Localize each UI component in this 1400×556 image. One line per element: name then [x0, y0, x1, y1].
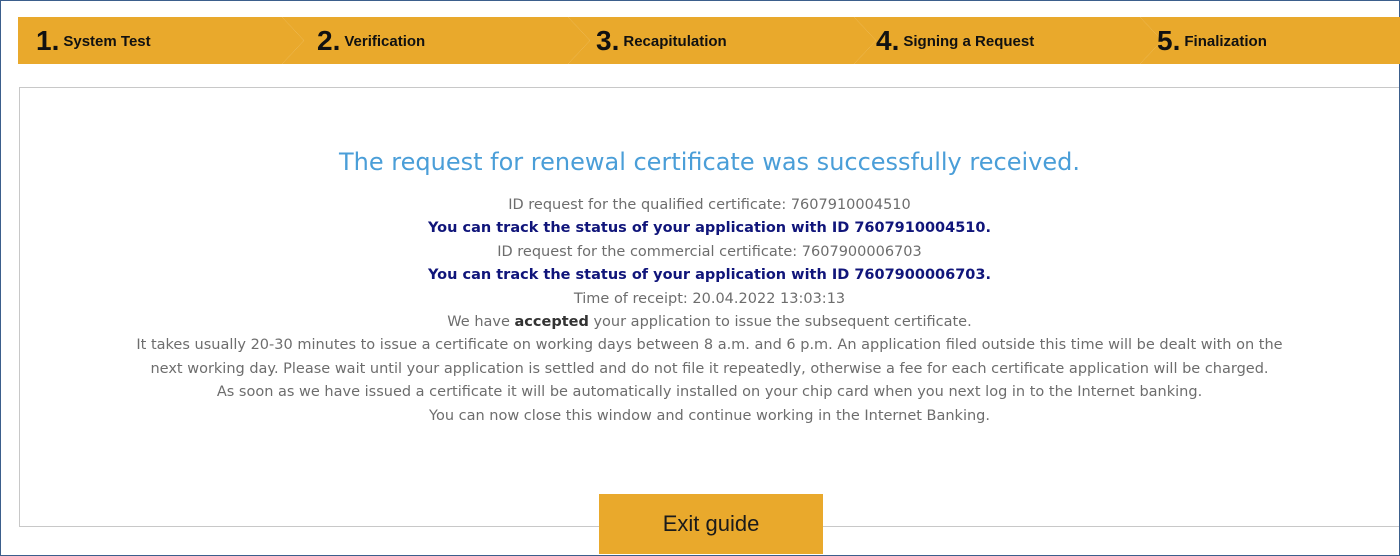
info-text-1: It takes usually 20-30 minutes to issue …: [136, 337, 1283, 354]
exit-guide-button[interactable]: Exit guide: [599, 494, 823, 554]
step-number: 3.: [596, 24, 620, 56]
receipt-time: Time of receipt: 20.04.2022 13:03:13: [573, 290, 846, 307]
result-panel: The request for renewal certificate was …: [19, 87, 1399, 527]
step-number: 4.: [876, 24, 900, 56]
qualified-request-id: ID request for the qualified certificate…: [508, 197, 911, 213]
step-number: 2.: [317, 24, 341, 56]
commercial-request-id: ID request for the commercial certificat…: [497, 243, 922, 260]
commercial-track-status: You can track the status of your applica…: [428, 267, 991, 284]
accepted-message: We have accepted your application to iss…: [20, 311, 1399, 334]
step-label: Finalization: [1184, 33, 1267, 50]
step-signing-request: 4. Signing a Request: [876, 17, 1034, 64]
step-verification: 2. Verification: [317, 17, 425, 64]
qualified-track-status: You can track the status of your applica…: [428, 220, 991, 237]
step-number: 5.: [1157, 24, 1181, 56]
step-label: Verification: [344, 33, 426, 50]
step-label: Signing a Request: [903, 33, 1035, 50]
accepted-suffix: your application to issue the subsequent…: [588, 314, 972, 331]
accepted-word: accepted: [514, 314, 589, 331]
info-text-4: You can now close this window and contin…: [429, 407, 990, 424]
step-system-test: 1. System Test: [36, 17, 151, 64]
success-title: The request for renewal certificate was …: [339, 148, 1080, 176]
info-text-3: As soon as we have issued a certificate …: [216, 384, 1203, 401]
step-label: System Test: [63, 33, 151, 50]
result-details: ID request for the qualified certificate…: [20, 194, 1399, 428]
accepted-prefix: We have: [447, 314, 515, 331]
step-label: Recapitulation: [623, 33, 727, 50]
step-finalization: 5. Finalization: [1157, 17, 1267, 64]
wizard-steps: 1. System Test 2. Verification 3. Recapi…: [18, 17, 1400, 64]
info-text-2: next working day. Please wait until your…: [150, 360, 1269, 377]
step-recapitulation: 3. Recapitulation: [596, 17, 727, 64]
step-number: 1.: [36, 24, 60, 56]
